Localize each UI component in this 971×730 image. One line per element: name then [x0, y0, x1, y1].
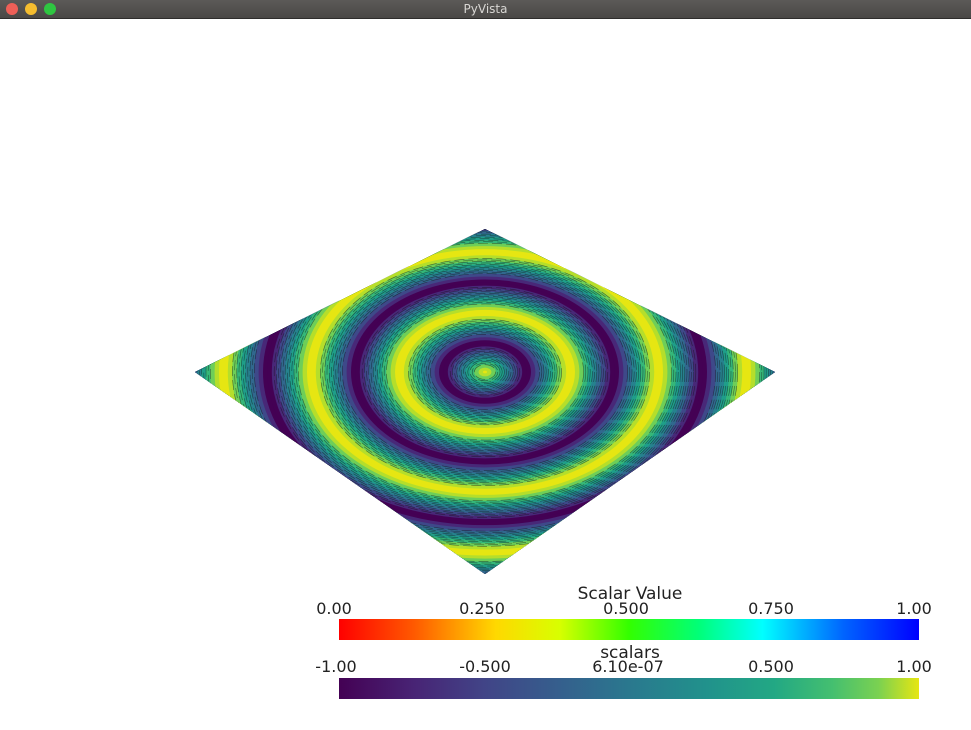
scalar-bar-1-gradient — [339, 619, 919, 640]
scalar-bar-2-tick-4: 1.00 — [896, 657, 932, 676]
window-title: PyVista — [463, 2, 508, 16]
scalar-bar-1-tick-1: 0.250 — [459, 599, 505, 618]
scalar-bar-2-tick-0: -1.00 — [315, 657, 357, 676]
scalar-bar-1-tick-0: 0.00 — [316, 599, 352, 618]
scalar-bar-1-tick-2: 0.500 — [603, 599, 649, 618]
scalar-bar-2-gradient — [339, 678, 919, 699]
ring-band — [483, 370, 487, 374]
pyvista-window: PyVista Scalar Value 0.00 0.250 0.500 0.… — [0, 0, 971, 730]
scalar-bar-1-tick-3: 0.750 — [748, 599, 794, 618]
title-bar: PyVista — [0, 0, 971, 19]
ring-surface — [195, 229, 775, 574]
scalar-bar-2-tick-3: 0.500 — [748, 657, 794, 676]
render-viewport[interactable]: Scalar Value 0.00 0.250 0.500 0.750 1.00… — [0, 19, 971, 730]
scalar-bar-1-tick-4: 1.00 — [896, 599, 932, 618]
scalar-bar-2-tick-1: -0.500 — [459, 657, 511, 676]
scalar-bar-2-tick-2: 6.10e-07 — [592, 657, 664, 676]
